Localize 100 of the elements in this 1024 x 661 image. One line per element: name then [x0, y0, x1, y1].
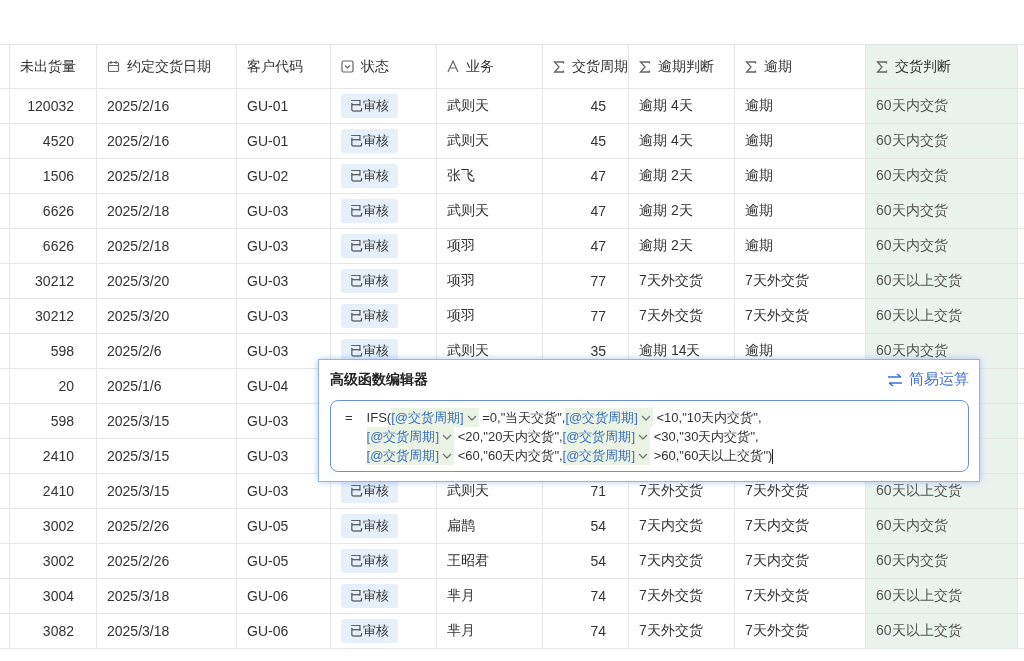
table-cell: 2410 — [10, 474, 97, 509]
table-cell: GU-03 — [237, 264, 331, 299]
table-cell — [0, 299, 10, 334]
formula-field[interactable]: = IFS([@交货周期] =0,"当天交货",[@交货周期] <10,"10天内交货", [@交货周期] <20,"20天内交货",[@交货周期] <30,"30天内交货", [@交货周期] <60,"60天内交货",[@交货周期] >60,"60天以上交货") — [330, 400, 969, 472]
table-cell: 47 — [543, 159, 629, 194]
field-token[interactable]: [@交货周期] — [366, 427, 454, 446]
field-token[interactable]: [@交货周期] — [562, 427, 651, 446]
table-cell: 3004 — [10, 579, 97, 614]
column-header[interactable]: 约定交货日期 — [97, 45, 237, 89]
table-cell: 598 — [10, 334, 97, 369]
formula-text: <10,"10天内交货", — [656, 410, 762, 425]
table-cell — [0, 474, 10, 509]
table-cell — [0, 334, 10, 369]
table-cell: 项羽 — [437, 299, 543, 334]
table-cell — [0, 229, 10, 264]
table-cell: 74 — [543, 614, 629, 649]
table-cell — [0, 439, 10, 474]
table-cell: 武则天 — [437, 89, 543, 124]
table-cell — [0, 404, 10, 439]
table-cell — [0, 369, 10, 404]
sigma-icon — [745, 60, 757, 73]
table-cell — [0, 159, 10, 194]
table-cell: 45 — [543, 89, 629, 124]
table-cell: 47 — [543, 229, 629, 264]
table-cell: GU-03 — [237, 299, 331, 334]
calendar-icon — [107, 60, 120, 73]
table-cell: 60天内交货 — [866, 509, 1018, 544]
field-token[interactable]: [@交货周期] — [562, 446, 651, 465]
field-token[interactable]: [@交货周期] — [565, 408, 653, 427]
table-cell — [0, 509, 10, 544]
table-cell: 逾期 2天 — [629, 194, 735, 229]
table-cell — [0, 124, 10, 159]
table-cell: 77 — [543, 299, 629, 334]
formula-text: <60,"60天内交货", — [457, 448, 563, 463]
table-cell: 2025/3/20 — [97, 264, 237, 299]
table-cell: 60天内交货 — [866, 544, 1018, 579]
table-cell: 6626 — [10, 229, 97, 264]
column-header[interactable]: 业务 — [437, 45, 543, 89]
table-cell: 120032 — [10, 89, 97, 124]
status-badge: 已审核 — [341, 619, 398, 643]
table-cell: 54 — [543, 544, 629, 579]
table-cell: 47 — [543, 194, 629, 229]
table-cell: 2025/2/18 — [97, 159, 237, 194]
table-cell: 60天以上交货 — [866, 579, 1018, 614]
table-cell: 逾期 2天 — [629, 159, 735, 194]
table-cell: 74 — [543, 579, 629, 614]
formula-text: IFS( — [366, 410, 392, 425]
field-token[interactable]: [@交货周期] — [366, 446, 454, 465]
table-cell: 7天外交货 — [629, 264, 735, 299]
table-cell: 54 — [543, 509, 629, 544]
column-header[interactable]: 交货判断 — [866, 45, 1018, 89]
table-cell: 3002 — [10, 509, 97, 544]
table-cell: GU-06 — [237, 579, 331, 614]
table-cell: 逾期 2天 — [629, 229, 735, 264]
chevron-icon — [466, 415, 477, 423]
chevron-icon — [442, 453, 452, 461]
column-header[interactable]: 状态 — [331, 45, 437, 89]
column-header[interactable]: 未出货量 — [10, 45, 97, 89]
table-cell — [0, 194, 10, 229]
status-badge: 已审核 — [341, 199, 398, 223]
table-cell: 7天外交货 — [629, 579, 735, 614]
column-header[interactable]: 交货周期 — [543, 45, 629, 89]
sigma-icon — [876, 60, 888, 73]
table-cell: GU-03 — [237, 194, 331, 229]
table-cell: 77 — [543, 264, 629, 299]
simple-mode-link[interactable]: 简易运算 — [887, 370, 969, 389]
chevron-icon — [638, 434, 649, 442]
formula-text: <20,"20天内交货", — [457, 429, 563, 444]
table-cell: 扁鹊 — [437, 509, 543, 544]
table-cell: 2025/2/16 — [97, 124, 237, 159]
table-cell: 7天外交货 — [629, 614, 735, 649]
table-cell — [0, 614, 10, 649]
status-badge: 已审核 — [341, 164, 398, 188]
table-cell: 项羽 — [437, 264, 543, 299]
table-cell: 3082 — [10, 614, 97, 649]
status-badge: 已审核 — [341, 549, 398, 573]
swap-icon — [887, 372, 903, 387]
table-cell: 2025/2/6 — [97, 334, 237, 369]
table-cell: 7天外交货 — [629, 299, 735, 334]
table-cell: 2025/3/15 — [97, 404, 237, 439]
table-cell: 20 — [10, 369, 97, 404]
column-header[interactable]: 客户代码 — [237, 45, 331, 89]
table-cell: 598 — [10, 404, 97, 439]
text-field-icon — [447, 60, 459, 73]
table-cell: 项羽 — [437, 229, 543, 264]
table-cell: 2025/2/26 — [97, 509, 237, 544]
status-badge: 已审核 — [341, 129, 398, 153]
table-cell: 45 — [543, 124, 629, 159]
table-cell: 芈月 — [437, 614, 543, 649]
table-cell: 60天以上交货 — [866, 299, 1018, 334]
table-cell: 7天内交货 — [629, 509, 735, 544]
table-cell: GU-01 — [237, 89, 331, 124]
table-cell: 逾期 4天 — [629, 124, 735, 159]
field-token[interactable]: [@交货周期] — [391, 408, 479, 427]
column-header[interactable]: 逾期判断 — [629, 45, 735, 89]
status-badge: 已审核 — [341, 584, 398, 608]
chevron-icon — [640, 415, 651, 423]
table-cell: 王昭君 — [437, 544, 543, 579]
formula-text: <30,"30天内交货", — [653, 429, 759, 444]
table-cell: 2410 — [10, 439, 97, 474]
